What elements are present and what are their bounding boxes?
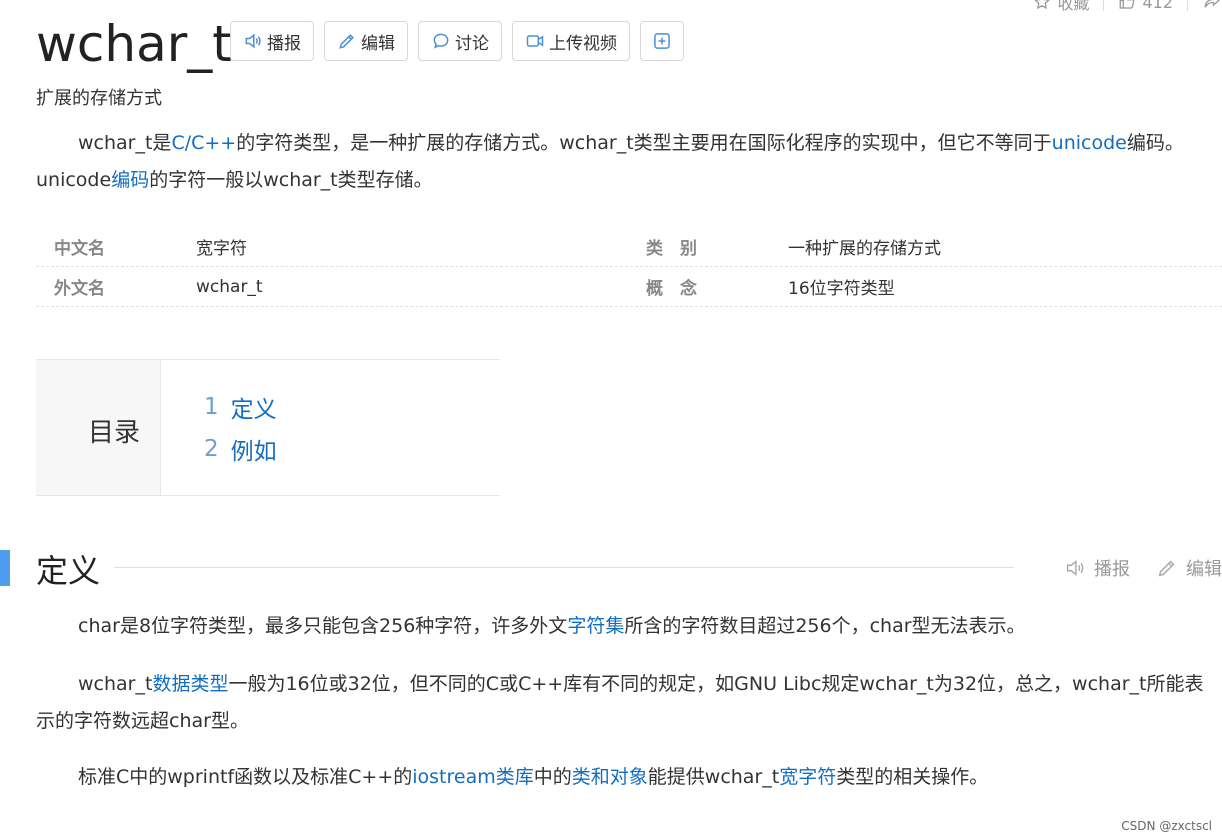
link-class-object[interactable]: 类和对象 — [572, 766, 648, 788]
info-key: 中文名 — [54, 239, 105, 259]
paragraph-text: 中的 — [533, 766, 572, 788]
page-subtitle: 扩展的存储方式 — [36, 88, 162, 109]
section-actions: 播报 编辑 — [1064, 555, 1222, 581]
toc-list: 1 定义 2 例如 — [204, 386, 277, 470]
thumbs-up-icon — [1120, 0, 1135, 9]
page-title: wchar_t — [36, 15, 232, 73]
top-action-bar: 收藏 412 — [1033, 0, 1222, 14]
edit-label: 编辑 — [361, 33, 395, 54]
info-value: 宽字符 — [196, 239, 247, 259]
paragraph-text: wchar_t — [78, 673, 153, 695]
info-value: 16位字符类型 — [788, 279, 895, 299]
info-value: wchar_t — [196, 276, 263, 297]
definition-paragraph-3: 标准C中的wprintf函数以及标准C++的iostream类库中的类和对象能提… — [36, 759, 1222, 796]
favorite-button[interactable]: 收藏 — [1033, 0, 1089, 14]
section-accent-bar — [0, 550, 10, 586]
discuss-button[interactable]: 讨论 — [418, 21, 502, 61]
upload-video-button[interactable]: 上传视频 — [512, 21, 630, 61]
info-key: 类 别 — [646, 239, 697, 259]
section-edit-button[interactable]: 编辑 — [1156, 555, 1222, 581]
paragraph-text: char是8位字符类型，最多只能包含256种字符，许多外文 — [78, 615, 568, 637]
star-icon — [1034, 0, 1051, 10]
toc-item-number: 2 — [204, 436, 219, 462]
paragraph-text: 能提供wchar_t — [647, 766, 780, 788]
favorite-label: 收藏 — [1057, 0, 1090, 13]
paragraph-text: 类型的相关操作。 — [836, 766, 989, 788]
edit-button[interactable]: 编辑 — [324, 21, 408, 61]
summary-paragraph: wchar_t是C/C++的字符类型，是一种扩展的存储方式。wchar_t类型主… — [36, 125, 1222, 199]
summary-text-1: wchar_t是 — [78, 132, 172, 154]
toc-item-title: 定义 — [230, 397, 277, 423]
basic-info-table: 中文名 宽字符 类 别 一种扩展的存储方式 外文名 wchar_t 概 念 16… — [36, 227, 1222, 307]
toc-label: 目录 — [87, 418, 140, 448]
share-button[interactable] — [1202, 0, 1222, 11]
definition-paragraph-1: char是8位字符类型，最多只能包含256种字符，许多外文字符集所含的字符数目超… — [36, 608, 1222, 645]
paragraph-text: 所含的字符数目超过256个，char型无法表示。 — [624, 615, 1026, 637]
like-button[interactable]: 412 — [1118, 0, 1173, 12]
toc-item-title: 例如 — [230, 439, 277, 465]
section-title: 定义 — [36, 552, 101, 590]
broadcast-label: 播报 — [267, 33, 301, 54]
section-broadcast-label: 播报 — [1094, 559, 1130, 580]
add-button[interactable] — [640, 21, 684, 61]
info-key: 外文名 — [54, 279, 105, 299]
pencil-icon — [339, 34, 354, 49]
video-camera-icon — [526, 35, 544, 47]
link-unicode[interactable]: unicode — [1052, 132, 1127, 154]
toc-item-example[interactable]: 2 例如 — [204, 428, 277, 470]
title-actions: 播报 编辑 讨论 上传视频 — [230, 21, 684, 61]
speaker-icon — [1066, 560, 1084, 576]
section-broadcast-button[interactable]: 播报 — [1064, 555, 1130, 581]
info-value: 一种扩展的存储方式 — [788, 239, 941, 259]
info-row: 外文名 wchar_t 概 念 16位字符类型 — [36, 267, 1222, 307]
section-divider — [114, 567, 1014, 568]
divider — [1187, 0, 1188, 11]
toc-item-number: 1 — [204, 394, 219, 420]
paragraph-text: 标准C中的wprintf函数以及标准C++的 — [78, 766, 413, 788]
info-key: 概 念 — [646, 279, 697, 299]
plus-square-icon — [654, 33, 670, 49]
summary-text-2: 的字符类型，是一种扩展的存储方式。wchar_t类型主要用在国际化程序的实现中，… — [236, 132, 1052, 154]
info-row: 中文名 宽字符 类 别 一种扩展的存储方式 — [36, 227, 1222, 267]
definition-paragraph-2: wchar_t数据类型一般为16位或32位，但不同的C或C++库有不同的规定，如… — [36, 666, 1216, 740]
like-count: 412 — [1142, 0, 1173, 12]
chat-bubble-icon — [433, 33, 449, 49]
summary-text-4: 的字符一般以wchar_t类型存储。 — [149, 169, 433, 191]
link-charset[interactable]: 字符集 — [567, 615, 624, 637]
link-iostream[interactable]: iostream类库 — [412, 766, 534, 788]
upload-video-label: 上传视频 — [549, 33, 617, 54]
divider — [1103, 0, 1105, 11]
pencil-icon — [1158, 560, 1175, 577]
link-wide-char[interactable]: 宽字符 — [779, 766, 836, 788]
broadcast-button[interactable]: 播报 — [230, 21, 314, 61]
link-c-cpp[interactable]: C/C++ — [171, 132, 236, 154]
table-of-contents: 目录 1 定义 2 例如 — [36, 359, 500, 496]
speaker-icon — [245, 33, 261, 49]
toc-label-box: 目录 — [36, 360, 161, 495]
section-edit-label: 编辑 — [1186, 559, 1222, 580]
share-icon — [1204, 0, 1220, 8]
toc-item-definition[interactable]: 1 定义 — [204, 386, 277, 428]
link-data-type[interactable]: 数据类型 — [152, 673, 228, 695]
discuss-label: 讨论 — [455, 33, 489, 54]
watermark: CSDN @zxctscl — [1121, 819, 1212, 833]
link-encoding[interactable]: 编码 — [111, 169, 149, 191]
